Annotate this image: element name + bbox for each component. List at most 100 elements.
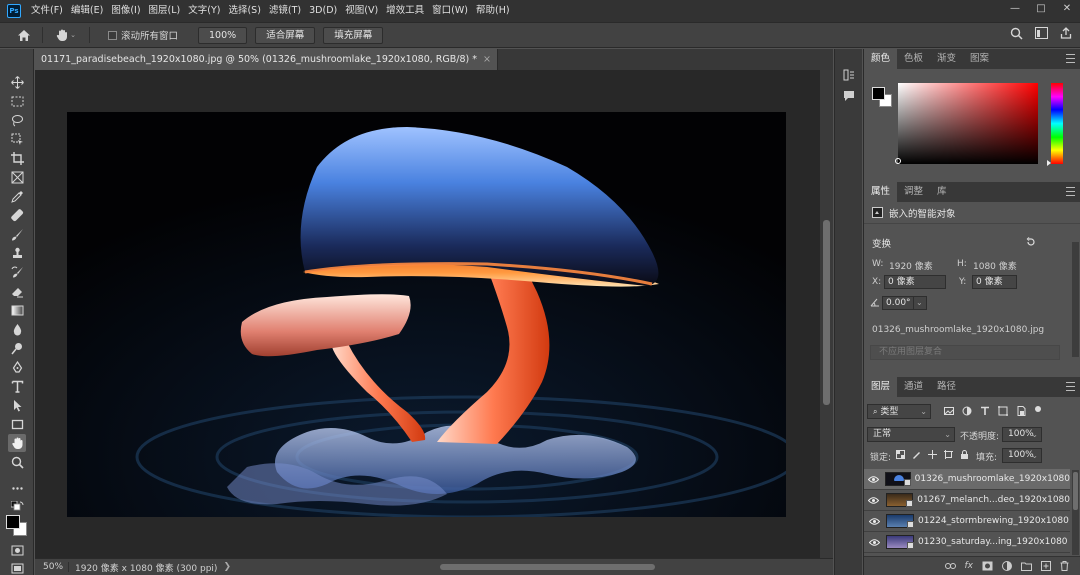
horizontal-scrollbar[interactable] (250, 563, 820, 571)
scroll-all-windows-checkbox[interactable]: 滚动所有窗口 (108, 28, 178, 42)
type-tool-icon[interactable] (8, 377, 26, 395)
pen-tool-icon[interactable] (8, 358, 26, 376)
search-icon[interactable] (1010, 27, 1023, 40)
checkbox-box[interactable] (108, 30, 117, 40)
filter-shape-icon[interactable] (998, 406, 1008, 416)
restore-button[interactable]: □ (1028, 0, 1054, 20)
fill-input[interactable]: 100% ⌄ (1002, 448, 1042, 463)
visibility-eye-icon[interactable] (864, 538, 884, 546)
history-panel-icon[interactable] (843, 69, 855, 81)
menu-select[interactable]: 选择(S) (224, 0, 264, 22)
move-tool-icon[interactable] (8, 73, 26, 91)
zoom-100-button[interactable]: 100% (198, 26, 248, 44)
filter-adjustment-icon[interactable] (962, 406, 972, 416)
vertical-scroll-thumb[interactable] (823, 220, 830, 405)
frame-tool-icon[interactable] (8, 168, 26, 186)
panel-menu-icon[interactable] (1066, 54, 1075, 63)
layer-comp-dropdown[interactable]: 不应用图层复合 (870, 345, 1060, 360)
lock-artboard-icon[interactable] (944, 450, 953, 459)
new-adjustment-layer-icon[interactable] (1002, 561, 1012, 571)
lock-position-icon[interactable] (928, 450, 937, 459)
home-icon[interactable] (16, 27, 32, 43)
chevron-down-icon[interactable]: ⌄ (70, 31, 76, 39)
menu-layer[interactable]: 图层(L) (145, 0, 185, 22)
tab-libraries[interactable]: 库 (930, 182, 954, 202)
tab-channels[interactable]: 通道 (897, 377, 930, 397)
blend-mode-dropdown[interactable]: 正常 ⌄ (867, 427, 955, 442)
share-icon[interactable] (1060, 27, 1072, 39)
layers-scrollbar[interactable] (1072, 470, 1079, 555)
link-layers-icon[interactable] (944, 562, 956, 570)
layer-name[interactable]: 01326_mushroomlake_1920x1080 (915, 474, 1070, 484)
filter-type-icon[interactable] (980, 406, 990, 416)
layer-name[interactable]: 01230_saturday...ing_1920x1080 (918, 537, 1068, 547)
zoom-tool-icon[interactable] (8, 453, 26, 471)
tab-swatches[interactable]: 色板 (897, 49, 930, 69)
history-brush-tool-icon[interactable] (8, 263, 26, 281)
tab-adjustments[interactable]: 调整 (897, 182, 930, 202)
angle-dropdown[interactable]: ⌄ (913, 296, 927, 310)
hand-tool-icon[interactable] (8, 434, 26, 452)
layer-row[interactable]: 01326_mushroomlake_1920x1080 (864, 469, 1070, 490)
crop-tool-icon[interactable] (8, 149, 26, 167)
object-selection-tool-icon[interactable] (8, 130, 26, 148)
menu-edit[interactable]: 编辑(E) (67, 0, 107, 22)
color-saturation-field[interactable] (895, 83, 1038, 164)
canvas-area[interactable] (35, 70, 820, 558)
rectangle-tool-icon[interactable] (8, 415, 26, 433)
filter-smart-object-icon[interactable] (1016, 406, 1026, 416)
tab-color[interactable]: 颜色 (864, 49, 898, 69)
menu-file[interactable]: 文件(F) (27, 0, 67, 22)
tab-patterns[interactable]: 图案 (963, 49, 996, 69)
filter-pixel-icon[interactable] (944, 406, 954, 416)
y-position-input[interactable]: 0 像素 (972, 275, 1017, 289)
menu-3d[interactable]: 3D(D) (305, 0, 341, 22)
lock-transparent-pixels-icon[interactable] (896, 450, 905, 459)
close-window-button[interactable]: ✕ (1054, 0, 1080, 20)
layer-filter-kind-dropdown[interactable]: ⌕ 类型 ⌄ (867, 404, 931, 419)
hue-slider[interactable] (1047, 83, 1063, 166)
minimize-button[interactable]: — (1002, 0, 1028, 20)
quick-mask-icon[interactable] (8, 541, 26, 559)
new-layer-icon[interactable] (1041, 561, 1051, 571)
default-colors-icon[interactable] (8, 498, 26, 516)
reset-transform-icon[interactable] (1026, 237, 1036, 247)
x-position-input[interactable]: 0 像素 (884, 275, 946, 289)
layer-row[interactable]: 01230_saturday...ing_1920x1080 (864, 532, 1070, 553)
status-expand-icon[interactable]: ❯ (223, 562, 231, 572)
color-picker-cursor[interactable] (895, 158, 901, 164)
visibility-eye-icon[interactable] (864, 496, 884, 504)
document-canvas-image[interactable] (67, 112, 786, 517)
lasso-tool-icon[interactable] (8, 111, 26, 129)
layer-row[interactable]: 01267_melanch...deo_1920x1080 (864, 490, 1070, 511)
horizontal-scroll-thumb[interactable] (440, 564, 655, 570)
dodge-tool-icon[interactable] (8, 339, 26, 357)
lock-all-icon[interactable] (960, 450, 969, 459)
eraser-tool-icon[interactable] (8, 282, 26, 300)
layer-style-fx-icon[interactable]: fx (965, 561, 974, 571)
delete-layer-trash-icon[interactable] (1060, 561, 1069, 571)
fit-screen-button[interactable]: 适合屏幕 (255, 26, 316, 44)
more-tools-icon[interactable] (8, 479, 26, 497)
eyedropper-tool-icon[interactable] (8, 187, 26, 205)
zoom-level-readout[interactable]: 50% (35, 562, 69, 572)
foreground-color-swatch[interactable] (872, 87, 885, 100)
fill-screen-button[interactable]: 填充屏幕 (323, 26, 384, 44)
marquee-tool-icon[interactable] (8, 92, 26, 110)
tab-layers[interactable]: 图层 (864, 377, 898, 397)
brush-tool-icon[interactable] (8, 225, 26, 243)
document-tab[interactable]: 01171_paradisebeach_1920x1080.jpg @ 50% … (35, 49, 498, 70)
properties-scrollbar[interactable] (1072, 242, 1079, 357)
menu-window[interactable]: 窗口(W) (428, 0, 472, 22)
blur-tool-icon[interactable] (8, 320, 26, 338)
vertical-scrollbar[interactable] (820, 70, 833, 558)
tab-properties[interactable]: 属性 (864, 182, 898, 202)
gradient-tool-icon[interactable] (8, 301, 26, 319)
hand-tool-preset-icon[interactable]: ⌄ (53, 29, 79, 42)
menu-type[interactable]: 文字(Y) (184, 0, 224, 22)
menu-filter[interactable]: 滤镜(T) (265, 0, 305, 22)
layers-scroll-thumb[interactable] (1073, 472, 1078, 510)
panel-menu-icon[interactable] (1066, 187, 1075, 196)
height-value[interactable]: 1080 像素 (973, 259, 1017, 272)
add-mask-icon[interactable] (982, 561, 993, 571)
